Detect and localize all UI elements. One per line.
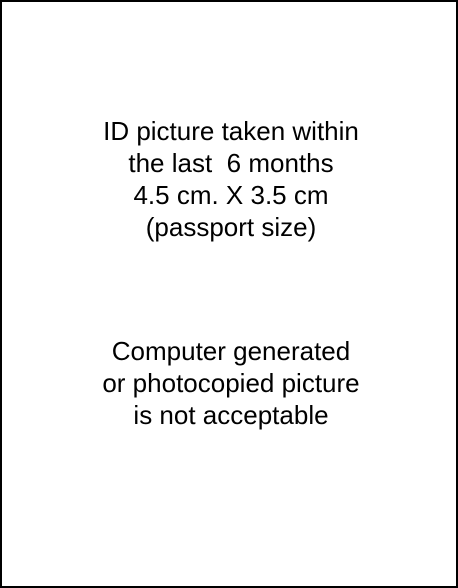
- requirement-line: 4.5 cm. X 3.5 cm: [133, 180, 329, 210]
- id-photo-placeholder-box: ID picture taken within the last 6 month…: [0, 0, 458, 588]
- restriction-line: Computer generated: [111, 336, 351, 366]
- restriction-line: or photocopied picture: [102, 368, 360, 398]
- restriction-line: is not acceptable: [133, 400, 329, 430]
- photo-requirements-text: ID picture taken within the last 6 month…: [2, 115, 458, 243]
- requirement-line: (passport size): [145, 212, 317, 242]
- requirement-line: the last 6 months: [128, 148, 334, 178]
- photo-restriction-text: Computer generated or photocopied pictur…: [2, 335, 458, 431]
- requirement-line: ID picture taken within: [103, 116, 359, 146]
